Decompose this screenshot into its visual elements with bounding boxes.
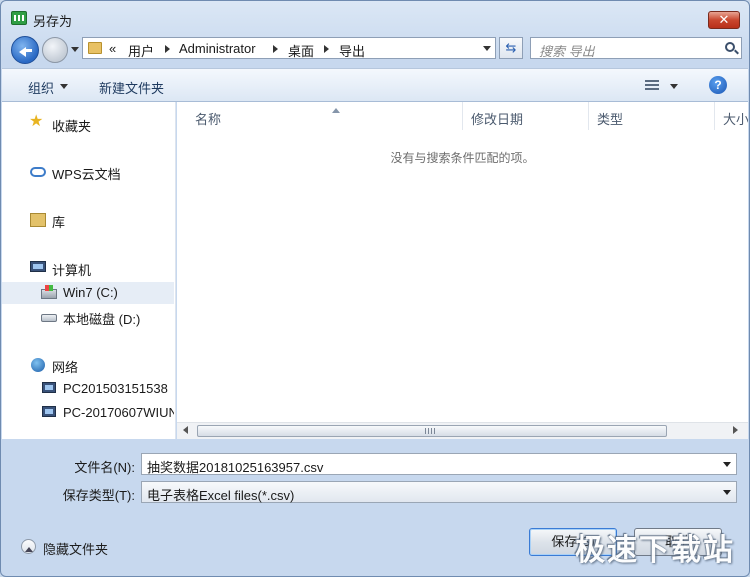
column-header-label: 类型 bbox=[597, 112, 624, 127]
sidebar-item-label: 计算机 bbox=[52, 263, 92, 278]
collapse-up-icon bbox=[21, 539, 36, 554]
column-header-label: 大小 bbox=[723, 112, 748, 127]
network-icon bbox=[31, 358, 45, 372]
sidebar-item-label: 本地磁盘 (D:) bbox=[63, 312, 141, 327]
spreadsheet-app-icon bbox=[11, 11, 27, 25]
organize-label: 组织 bbox=[28, 81, 55, 96]
refresh-icon: ⇆ bbox=[505, 40, 517, 55]
disk-drive-icon bbox=[41, 314, 57, 322]
back-button[interactable] bbox=[11, 36, 39, 64]
breadcrumb-desktop[interactable]: 桌面 bbox=[288, 41, 314, 60]
column-header-size[interactable]: 大小 bbox=[715, 102, 748, 130]
breadcrumb-export[interactable]: 导出 bbox=[339, 41, 365, 60]
hide-folders-label: 隐藏文件夹 bbox=[43, 542, 109, 557]
filename-label: 文件名(N): bbox=[74, 460, 135, 475]
new-folder-button[interactable]: 新建文件夹 bbox=[99, 78, 164, 97]
horizontal-scrollbar[interactable] bbox=[177, 422, 748, 439]
breadcrumb-chevron-icon[interactable] bbox=[165, 45, 174, 53]
search-placeholder: 搜索 导出 bbox=[539, 44, 595, 59]
folder-icon bbox=[88, 42, 102, 54]
address-bar[interactable]: « 用户 Administrator 桌面 导出 bbox=[82, 37, 496, 59]
column-header-modified[interactable]: 修改日期 bbox=[463, 102, 589, 130]
sidebar-item-label: PC-20170607WIUNJ bbox=[63, 405, 174, 420]
view-options-icon[interactable] bbox=[645, 80, 659, 92]
sidebar-item-network-pc[interactable]: PC-20170607WIUNJ bbox=[2, 402, 174, 424]
network-computer-icon bbox=[42, 382, 56, 393]
sidebar-item-label: 收藏夹 bbox=[52, 119, 92, 134]
column-header-name[interactable]: 名称 bbox=[187, 102, 463, 130]
column-header-label: 修改日期 bbox=[471, 112, 524, 127]
network-computer-icon bbox=[42, 406, 56, 417]
title-bar: 另存为 ✕ bbox=[1, 1, 749, 35]
empty-results-message: 没有与搜索条件匹配的项。 bbox=[390, 151, 535, 165]
sidebar-item-drive-c[interactable]: Win7 (C:) bbox=[2, 282, 174, 304]
sidebar-item-libraries[interactable]: 库 bbox=[2, 209, 174, 231]
breadcrumb-administrator[interactable]: Administrator bbox=[179, 41, 256, 56]
filetype-value: 电子表格Excel files(*.csv) bbox=[147, 488, 295, 503]
sidebar-item-label: 库 bbox=[52, 215, 66, 230]
window-title: 另存为 bbox=[33, 14, 73, 29]
address-dropdown-icon[interactable] bbox=[483, 46, 491, 55]
filename-dropdown-icon[interactable] bbox=[723, 462, 731, 471]
system-drive-icon bbox=[41, 285, 57, 299]
help-icon[interactable]: ? bbox=[709, 76, 727, 94]
sidebar-item-computer[interactable]: 计算机 bbox=[2, 257, 174, 279]
sidebar-item-label: 网络 bbox=[52, 360, 79, 375]
sidebar-item-network-pc[interactable]: PC201503151538 bbox=[2, 378, 174, 400]
scroll-right-icon[interactable] bbox=[733, 426, 742, 434]
site-watermark: 极速下载站 bbox=[575, 534, 735, 567]
close-button[interactable]: ✕ bbox=[708, 11, 740, 29]
breadcrumb-users[interactable]: 用户 bbox=[128, 41, 154, 60]
column-header-type[interactable]: 类型 bbox=[589, 102, 715, 130]
sidebar-item-network[interactable]: 网络 bbox=[2, 354, 174, 376]
toolbar: 组织 新建文件夹 ? bbox=[2, 68, 748, 102]
grip-icon bbox=[425, 428, 435, 434]
sidebar-item-wps-cloud[interactable]: WPS云文档 bbox=[2, 161, 174, 183]
sidebar-item-label: PC201503151538 bbox=[63, 381, 168, 396]
star-icon: ★ bbox=[29, 113, 44, 130]
refresh-button[interactable]: ⇆ bbox=[499, 37, 523, 59]
breadcrumb-chevron-icon[interactable] bbox=[273, 45, 282, 53]
filename-input[interactable]: 抽奖数据20181025163957.csv bbox=[141, 453, 737, 475]
computer-icon bbox=[30, 261, 46, 272]
forward-button[interactable] bbox=[42, 37, 68, 63]
organize-button[interactable]: 组织 bbox=[28, 78, 54, 97]
breadcrumb-chevron-icon[interactable] bbox=[324, 45, 333, 53]
filename-value: 抽奖数据20181025163957.csv bbox=[147, 460, 324, 475]
organize-dropdown-icon[interactable] bbox=[60, 84, 68, 93]
sidebar-item-favorites[interactable]: ★ 收藏夹 bbox=[2, 113, 174, 135]
file-list: 名称 修改日期 类型 大小 没有与搜索条件匹配的项。 bbox=[177, 102, 748, 439]
sort-ascending-icon bbox=[332, 104, 340, 113]
recent-locations-dropdown[interactable] bbox=[71, 47, 79, 56]
search-input[interactable]: 搜索 导出 bbox=[530, 37, 742, 59]
column-header-label: 名称 bbox=[195, 112, 222, 127]
filetype-label: 保存类型(T): bbox=[62, 488, 135, 503]
navigation-pane: ★ 收藏夹 WPS云文档 库 计算机 Win7 (C:) 本地磁盘 (D:) 网… bbox=[2, 102, 176, 439]
save-as-dialog: 另存为 ✕ « 用户 Administrator 桌面 导出 ⇆ 搜索 导出 组… bbox=[0, 0, 750, 577]
breadcrumb-overflow[interactable]: « bbox=[109, 41, 116, 56]
library-icon bbox=[30, 213, 46, 227]
search-icon[interactable] bbox=[725, 42, 735, 52]
filetype-select[interactable]: 电子表格Excel files(*.csv) bbox=[141, 481, 737, 503]
sidebar-item-label: Win7 (C:) bbox=[63, 285, 118, 300]
filetype-dropdown-icon[interactable] bbox=[723, 490, 731, 499]
sidebar-item-drive-d[interactable]: 本地磁盘 (D:) bbox=[2, 306, 174, 328]
view-dropdown-icon[interactable] bbox=[670, 84, 678, 93]
scrollbar-thumb[interactable] bbox=[197, 425, 667, 437]
sidebar-item-label: WPS云文档 bbox=[52, 167, 121, 182]
cloud-icon bbox=[30, 167, 46, 177]
scroll-left-icon[interactable] bbox=[179, 426, 188, 434]
